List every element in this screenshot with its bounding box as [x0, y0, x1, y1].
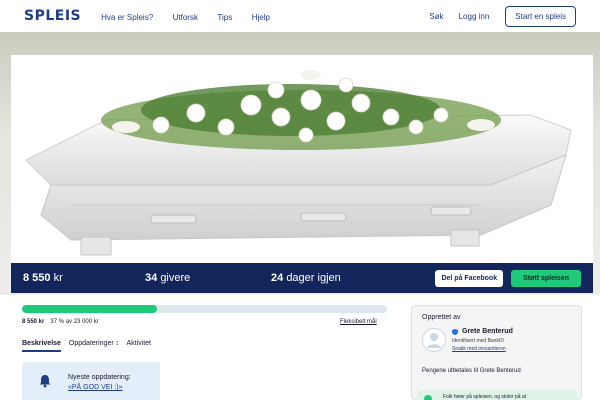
payout-recipient-text: Pengene utbetales til Grete Benterud: [422, 368, 521, 374]
campaign-image: [11, 55, 593, 263]
bell-icon: [39, 375, 51, 388]
organizer-panel: Opprettet av Grete Benterud Identifisert…: [411, 305, 582, 400]
nav-link-tips[interactable]: Tips: [217, 13, 232, 22]
user-icon: [427, 333, 441, 348]
login-link[interactable]: Logg inn: [459, 12, 490, 21]
nav-link-about[interactable]: Hva er Spleis?: [101, 13, 153, 22]
spleis-logo[interactable]: SPLEIS: [24, 8, 81, 24]
thumbs-up-icon: [424, 395, 432, 400]
contact-organizer-link[interactable]: Snakk med innsamleren: [452, 346, 506, 352]
verified-shield-icon: [452, 329, 458, 335]
main-nav: Hva er Spleis? Utforsk Tips Hjelp: [101, 7, 285, 25]
created-by-label: Opprettet av: [422, 314, 461, 321]
trust-text: Folk heier på spleisen, og stoler på at: [443, 394, 527, 400]
start-campaign-button[interactable]: Start en spleis: [505, 5, 576, 27]
header-actions: Søk Logg inn Start en spleis: [414, 5, 576, 27]
share-facebook-button[interactable]: Del på Facebook: [435, 269, 504, 287]
updates-count-badge: 1: [115, 341, 119, 347]
tab-updates[interactable]: Oppdateringer 1: [69, 340, 119, 352]
progress-bar: [22, 305, 387, 313]
bankid-verification-text: Identifisert med BankID: [452, 338, 504, 344]
nav-link-explore[interactable]: Utforsk: [173, 13, 198, 22]
tab-description[interactable]: Beskrivelse: [22, 340, 61, 352]
progress-summary: 8 550 kr 37 % av 23 000 kr: [22, 319, 99, 325]
latest-update-card[interactable]: Nyeste oppdatering: «PÅ GOD VEI :)»: [22, 362, 160, 400]
days-remaining: 24 dager igjen: [271, 272, 341, 284]
trust-banner: Folk heier på spleisen, og stoler på at: [417, 390, 577, 400]
creator-name[interactable]: Grete Benterud: [462, 328, 513, 335]
top-nav: SPLEIS Hva er Spleis? Utforsk Tips Hjelp…: [0, 0, 600, 32]
latest-update-link[interactable]: «PÅ GOD VEI :)»: [68, 384, 122, 391]
avatar: [422, 328, 446, 352]
flexible-goal-link[interactable]: Fleksibelt mål: [340, 319, 377, 325]
givers-count: 34 givere: [145, 272, 191, 284]
support-campaign-button[interactable]: Støtt spleisen: [511, 269, 581, 287]
tab-activity[interactable]: Aktivitet: [126, 340, 151, 352]
content-tabs: Beskrivelse Oppdateringer 1 Aktivitet: [22, 340, 159, 352]
latest-update-title: Nyeste oppdatering:: [68, 374, 131, 381]
nav-link-help[interactable]: Hjelp: [252, 13, 270, 22]
amount-raised: 8 550 kr: [23, 272, 63, 284]
campaign-stats-bar: 8 550 kr 34 givere 24 dager igjen Del på…: [11, 263, 593, 293]
progress-fill: [22, 305, 158, 313]
search-link[interactable]: Søk: [429, 12, 443, 21]
